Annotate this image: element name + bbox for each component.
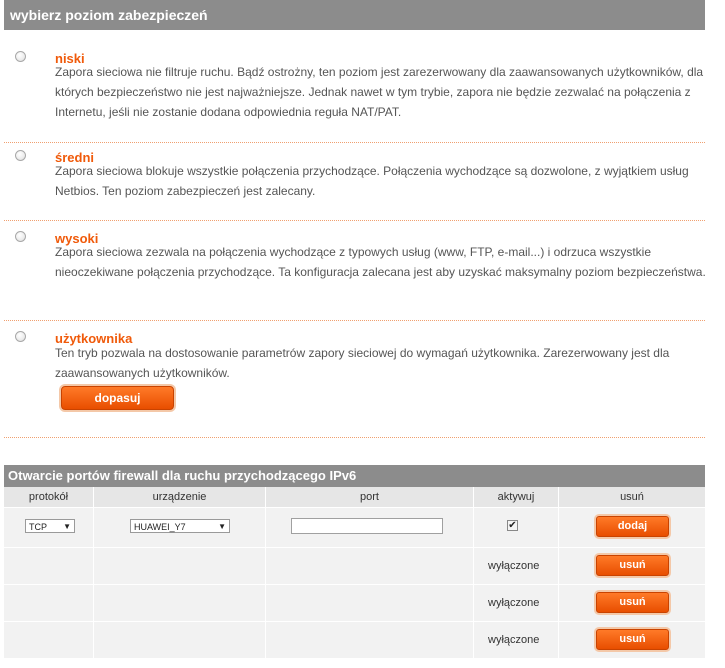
delete-button[interactable]: usuń	[596, 629, 669, 650]
delete-button[interactable]: usuń	[596, 555, 669, 576]
radio-medium[interactable]	[15, 150, 26, 161]
column-separator	[93, 487, 94, 658]
status-text: wyłączone	[488, 597, 540, 609]
add-button[interactable]: dodaj	[596, 516, 669, 537]
column-separator	[558, 487, 559, 658]
table-row: wyłączone usuń	[4, 585, 705, 621]
chevron-down-icon: ▼	[218, 522, 226, 531]
protocol-select[interactable]: TCP ▼	[25, 519, 75, 533]
col-device: urządzenie	[152, 491, 207, 503]
device-select[interactable]: HUAWEI_Y7 ▼	[130, 519, 230, 533]
divider	[4, 320, 705, 321]
device-value: HUAWEI_Y7	[134, 522, 186, 532]
divider	[4, 437, 705, 438]
table-row: wyłączone usuń	[4, 548, 705, 584]
divider	[4, 142, 705, 143]
option-desc-low: Zapora sieciowa nie filtruje ruchu. Bądź…	[55, 65, 704, 119]
divider	[4, 220, 705, 221]
security-level-header: wybierz poziom zabezpieczeń	[4, 0, 705, 30]
status-text: wyłączone	[488, 560, 540, 572]
option-desc-high: Zapora sieciowa zezwala na połączenia wy…	[55, 245, 706, 279]
col-delete: usuń	[620, 491, 644, 503]
activate-checkbox[interactable]: ✔	[507, 520, 518, 531]
table-header-row: protokół urządzenie port aktywuj usuń	[4, 487, 705, 507]
table-row: wyłączone usuń	[4, 622, 705, 658]
col-protocol: protokół	[28, 491, 69, 503]
protocol-value: TCP	[29, 522, 47, 532]
option-desc-medium: Zapora sieciowa blokuje wszystkie połącz…	[55, 164, 689, 198]
status-text: wyłączone	[488, 634, 540, 646]
column-separator	[473, 487, 474, 658]
port-input[interactable]	[291, 518, 443, 534]
col-port: port	[360, 491, 379, 503]
column-separator	[265, 487, 266, 658]
chevron-down-icon: ▼	[63, 522, 71, 531]
radio-user[interactable]	[15, 331, 26, 342]
col-active: aktywuj	[497, 491, 535, 503]
delete-button[interactable]: usuń	[596, 592, 669, 613]
radio-low[interactable]	[15, 51, 26, 62]
radio-high[interactable]	[15, 231, 26, 242]
ipv6-ports-header: Otwarcie portów firewall dla ruchu przyc…	[4, 465, 705, 487]
option-desc-user: Ten tryb pozwala na dostosowanie paramet…	[55, 346, 670, 380]
table-row-new: TCP ▼ HUAWEI_Y7 ▼ ✔ dodaj	[4, 508, 705, 547]
customize-button[interactable]: dopasuj	[61, 386, 174, 410]
